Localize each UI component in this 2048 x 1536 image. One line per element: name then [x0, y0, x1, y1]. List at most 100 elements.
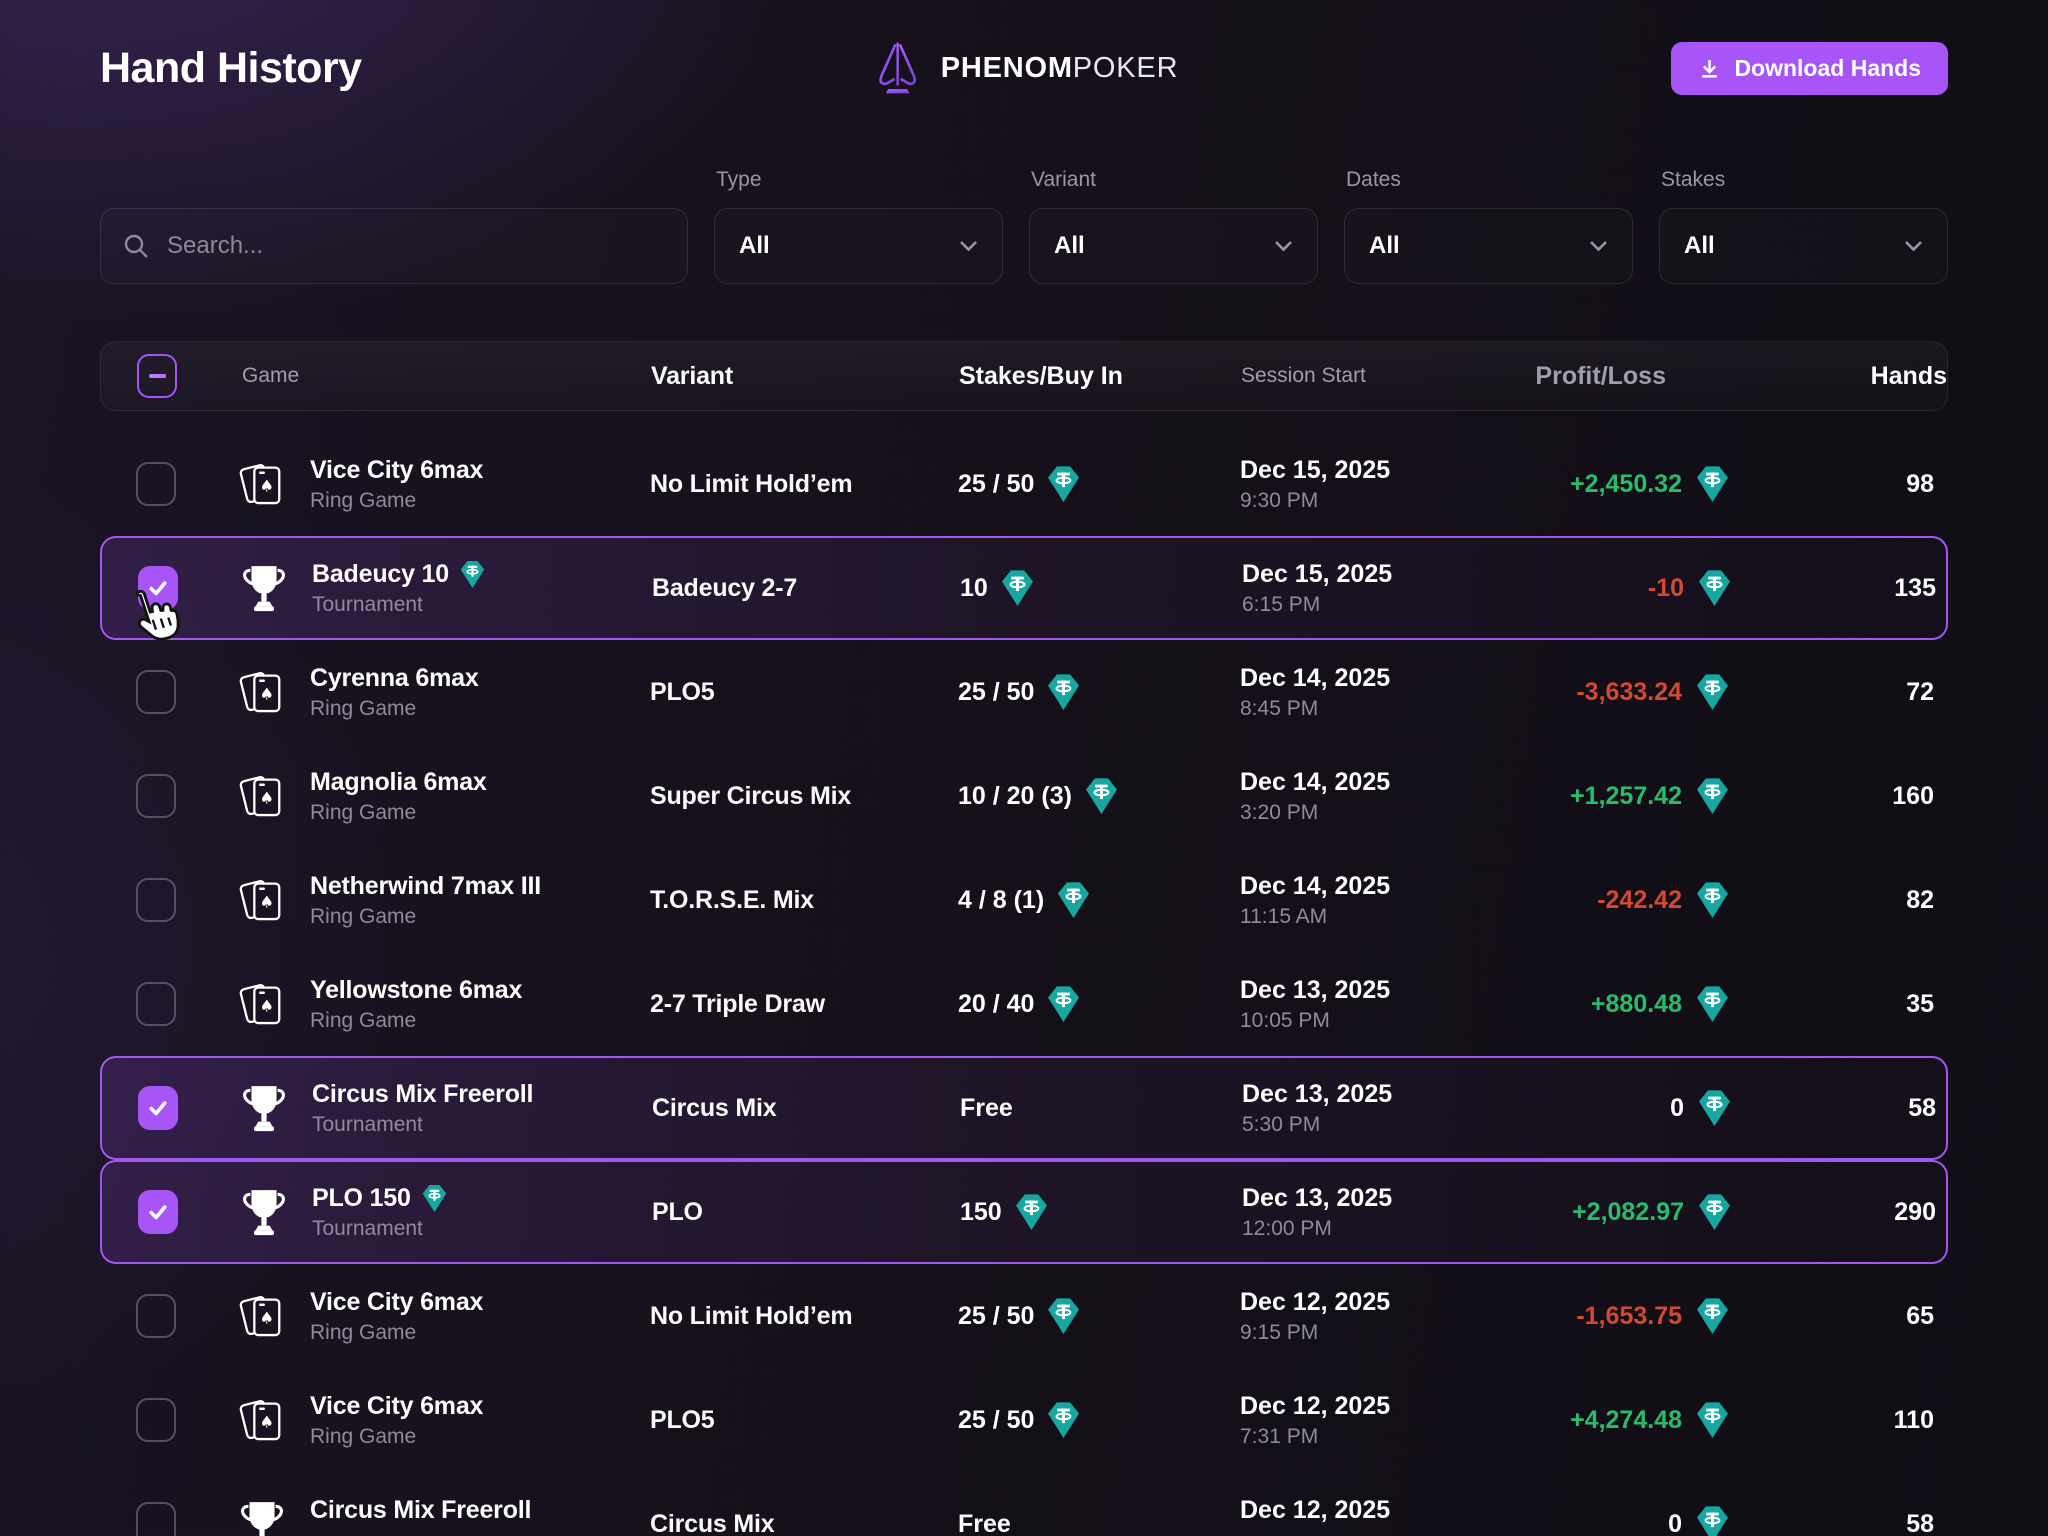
currency-chip-icon — [460, 560, 485, 589]
row-checkbox[interactable] — [136, 670, 176, 714]
stakes-value: 10 — [960, 574, 988, 603]
variant-value: PLO5 — [650, 1406, 950, 1435]
trophy-icon — [241, 1188, 287, 1236]
variant-value: 2-7 Triple Draw — [650, 990, 950, 1019]
column-header-stakes: Stakes/Buy In — [951, 362, 1236, 391]
search-input[interactable] — [100, 208, 688, 284]
variant-value: PLO5 — [650, 678, 950, 707]
column-header-profit-loss: Profit/Loss — [1536, 362, 1786, 391]
svg-text:♠: ♠ — [259, 477, 274, 496]
row-checkbox[interactable] — [136, 1398, 176, 1442]
game-type-label: Ring Game — [310, 1007, 522, 1035]
currency-chip-icon — [1698, 1193, 1731, 1231]
session-time: 8:45 PM — [1240, 695, 1535, 723]
filter-label-type: Type — [714, 168, 1003, 192]
stakes-value: Free — [958, 1510, 1011, 1536]
game-type-label: Tournament — [312, 1215, 447, 1243]
table-row[interactable]: ♠ Yellowstone 6max Ring Game 2-7 Triple … — [100, 952, 1948, 1056]
currency-chip-icon — [1698, 569, 1731, 607]
table-row[interactable]: ♠ Cyrenna 6max Ring Game PLO5 25 / 50 De… — [100, 640, 1948, 744]
svg-text:♠: ♠ — [259, 997, 274, 1016]
game-name: Vice City 6max — [310, 456, 483, 485]
hands-count: 98 — [1785, 470, 1948, 499]
dates-dropdown[interactable]: All — [1344, 208, 1633, 284]
game-name: Vice City 6max — [310, 1392, 483, 1421]
hands-count: 72 — [1785, 678, 1948, 707]
check-icon — [147, 1201, 169, 1223]
currency-chip-icon — [1696, 673, 1729, 711]
table-row[interactable]: ♠ Vice City 6max Ring Game No Limit Hold… — [100, 1264, 1948, 1368]
currency-chip-icon — [1696, 1297, 1729, 1335]
download-hands-button[interactable]: Download Hands — [1671, 42, 1948, 95]
session-time: 9:30 PM — [1240, 487, 1535, 515]
chevron-down-icon — [1904, 240, 1923, 252]
currency-chip-icon — [1057, 881, 1090, 919]
session-date: Dec 14, 2025 — [1240, 765, 1535, 799]
currency-chip-icon — [1047, 1297, 1080, 1335]
row-checkbox[interactable] — [138, 566, 178, 610]
variant-value: T.O.R.S.E. Mix — [650, 886, 950, 915]
svg-text:♠: ♠ — [259, 893, 274, 912]
row-checkbox[interactable] — [138, 1086, 178, 1130]
variant-value: Circus Mix — [650, 1510, 950, 1536]
stakes-value: 25 / 50 — [958, 678, 1034, 707]
table-row[interactable]: ♠ Vice City 6max Ring Game PLO5 25 / 50 … — [100, 1368, 1948, 1472]
game-type-label: Ring Game — [310, 1423, 483, 1451]
profit-loss-value: -242.42 — [1597, 886, 1682, 915]
row-checkbox[interactable] — [136, 878, 176, 922]
table-row[interactable]: PLO 150 Tournament PLO 150 Dec 13, 2025 … — [100, 1160, 1948, 1264]
stakes-dropdown[interactable]: All — [1659, 208, 1948, 284]
profit-loss-value: -10 — [1648, 574, 1684, 603]
game-name: Netherwind 7max III — [310, 872, 541, 901]
row-checkbox[interactable] — [136, 462, 176, 506]
currency-chip-icon — [1696, 881, 1729, 919]
cards-icon: ♠ — [239, 980, 285, 1028]
session-date: Dec 12, 2025 — [1240, 1285, 1535, 1319]
variant-value: No Limit Hold’em — [650, 1302, 950, 1331]
hands-count: 58 — [1785, 1510, 1948, 1536]
table-row[interactable]: ♠ Vice City 6max Ring Game No Limit Hold… — [100, 432, 1948, 536]
top-bar: Hand History PHENOMPOKER — [100, 40, 1948, 96]
cards-icon: ♠ — [239, 460, 285, 508]
game-type-label: Tournament — [312, 1111, 533, 1139]
cards-icon: ♠ — [239, 668, 285, 716]
currency-chip-icon — [1696, 1505, 1729, 1536]
table-row[interactable]: ♠ Magnolia 6max Ring Game Super Circus M… — [100, 744, 1948, 848]
brand-logo-group: PHENOMPOKER — [870, 39, 1179, 97]
table-row[interactable]: Circus Mix Freeroll Tournament Circus Mi… — [100, 1056, 1948, 1160]
table-row[interactable]: ♠ Netherwind 7max III Ring Game T.O.R.S.… — [100, 848, 1948, 952]
hand-history-page: Hand History PHENOMPOKER — [0, 0, 2048, 1536]
column-header-session: Session Start — [1236, 364, 1536, 388]
profit-loss-value: 0 — [1668, 1510, 1682, 1536]
row-checkbox[interactable] — [136, 982, 176, 1026]
variant-dropdown[interactable]: All — [1029, 208, 1318, 284]
game-type-label: Ring Game — [310, 799, 487, 827]
row-checkbox[interactable] — [136, 1502, 176, 1536]
download-icon — [1698, 57, 1721, 80]
profit-loss-value: -3,633.24 — [1576, 678, 1682, 707]
session-date: Dec 14, 2025 — [1240, 869, 1535, 903]
game-type-label: Tournament — [312, 591, 485, 619]
filter-label-dates: Dates — [1344, 168, 1633, 192]
hands-count: 110 — [1785, 1406, 1948, 1435]
session-date: Dec 13, 2025 — [1242, 1077, 1537, 1111]
row-checkbox[interactable] — [138, 1190, 178, 1234]
table-row[interactable]: Badeucy 10 Tournament Badeucy 2-7 10 Dec… — [100, 536, 1948, 640]
profit-loss-value: +4,274.48 — [1570, 1406, 1682, 1435]
currency-chip-icon — [1047, 465, 1080, 503]
page-title: Hand History — [100, 44, 362, 93]
hands-count: 135 — [1787, 574, 1950, 603]
variant-value: PLO — [652, 1198, 952, 1227]
check-icon — [147, 577, 169, 599]
stakes-value: 10 / 20 (3) — [958, 782, 1072, 811]
filters-bar: Type All Variant All Dates All Stakes Al… — [100, 168, 1948, 284]
table-row[interactable]: Circus Mix Freeroll Circus Mix Free Dec … — [100, 1472, 1948, 1536]
currency-chip-icon — [1047, 673, 1080, 711]
column-header-hands: Hands — [1786, 362, 1949, 391]
currency-chip-icon — [1015, 1193, 1048, 1231]
type-dropdown[interactable]: All — [714, 208, 1003, 284]
session-time: 7:31 PM — [1240, 1423, 1535, 1451]
row-checkbox[interactable] — [136, 774, 176, 818]
row-checkbox[interactable] — [136, 1294, 176, 1338]
select-all-checkbox[interactable] — [137, 354, 177, 398]
